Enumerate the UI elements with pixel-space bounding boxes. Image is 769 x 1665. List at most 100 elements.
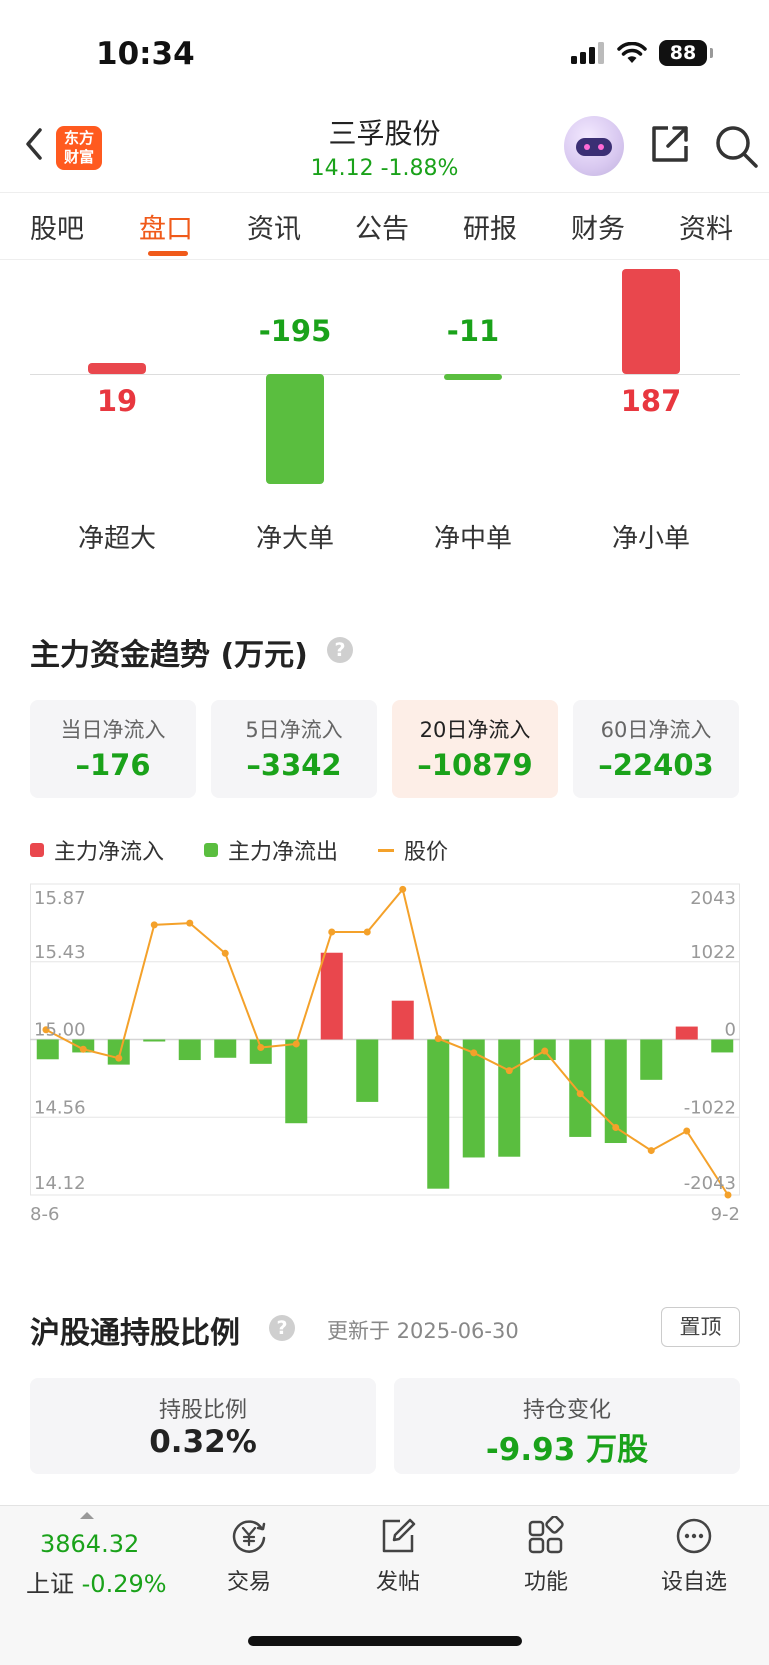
yen-exchange-icon <box>232 1520 266 1553</box>
card-5d-net-inflow[interactable]: 5日净流入 –3342 <box>211 700 377 798</box>
price-axis-tick: 14.56 <box>34 1097 86 1118</box>
expand-up-icon[interactable] <box>80 1512 94 1519</box>
price-point <box>79 1045 87 1053</box>
nav-post[interactable]: 发帖 <box>348 1516 448 1596</box>
legend-price-label: 股价 <box>404 840 449 865</box>
card-value: –3342 <box>246 748 342 782</box>
index-label: 上证 <box>26 1570 74 1598</box>
order-flow-label: 净中单 <box>433 524 512 554</box>
card-label: 当日净流入 <box>60 718 166 742</box>
order-flow-label: 净大单 <box>255 524 334 554</box>
price-point <box>576 1090 584 1098</box>
flow-axis-tick: -1022 <box>684 1097 736 1118</box>
help-icon[interactable]: ? <box>269 1315 295 1341</box>
nav-trade[interactable]: 交易 <box>199 1516 299 1596</box>
card-value: –10879 <box>417 748 533 782</box>
price-point <box>186 919 194 927</box>
card-today-net-inflow[interactable]: 当日净流入 –176 <box>30 700 196 798</box>
holding-change-card: 持仓变化 -9.93 万股 <box>394 1378 740 1474</box>
legend-price: 股价 <box>378 834 448 866</box>
stock-header: 东方 财富 三孚股份 14.12 -1.88% <box>0 100 769 192</box>
price-point <box>257 1043 265 1051</box>
price-axis-tick: 15.87 <box>34 888 86 909</box>
flow-bar <box>249 1039 272 1064</box>
index-value[interactable]: 3864.32 <box>40 1530 139 1558</box>
price-point <box>470 1049 478 1057</box>
holding-change-label: 持仓变化 <box>522 1398 611 1423</box>
tab-research[interactable]: 研报 <box>463 207 517 246</box>
x-axis-end-label: 9-2 <box>711 1204 740 1225</box>
card-label: 60日净流入 <box>600 718 712 742</box>
card-value: –22403 <box>598 748 714 782</box>
edit-icon <box>382 1518 416 1553</box>
nav-post-label: 发帖 <box>375 1570 420 1595</box>
nav-functions[interactable]: 功能 <box>496 1516 596 1596</box>
flow-bar <box>427 1039 450 1189</box>
nav-functions-label: 功能 <box>523 1570 568 1595</box>
flow-axis-tick: 2043 <box>690 888 736 909</box>
order-flow-value: -195 <box>258 314 332 348</box>
flow-bar <box>356 1039 379 1102</box>
robot-face <box>576 138 612 156</box>
nav-add-watchlist[interactable]: 设自选 <box>644 1516 744 1596</box>
nav-trade-label: 交易 <box>226 1570 271 1595</box>
card-20d-net-inflow[interactable]: 20日净流入 –10879 <box>392 700 558 798</box>
help-icon[interactable]: ? <box>327 637 353 663</box>
price-point <box>363 928 371 936</box>
hk-connect-title: 沪股通持股比例 <box>30 1316 240 1351</box>
status-time: 10:34 <box>96 36 195 72</box>
order-flow-axis <box>30 374 740 375</box>
search-icon[interactable] <box>712 122 760 170</box>
legend-swatch-green <box>204 843 219 857</box>
wifi-icon <box>617 42 647 63</box>
price-point <box>292 1040 300 1048</box>
order-flow-bar <box>622 268 680 374</box>
order-flow-value: -11 <box>446 314 500 348</box>
tab-pankou[interactable]: 盘口 <box>139 207 193 246</box>
flow-bar <box>143 1039 166 1042</box>
chart-legend: 主力净流入 主力净流出 股价 <box>30 834 488 866</box>
price-axis-tick: 14.12 <box>34 1173 86 1194</box>
tab-bar: 股吧 盘口 资讯 公告 研报 财务 资料 <box>0 192 769 260</box>
price-point <box>221 949 229 957</box>
card-label: 20日净流入 <box>419 718 531 742</box>
status-icons: 88 <box>571 40 713 66</box>
legend-swatch-line <box>378 848 395 852</box>
flow-bar <box>498 1039 521 1157</box>
legend-outflow: 主力净流出 <box>204 834 338 866</box>
holding-ratio-value: 0.32% <box>149 1424 257 1460</box>
index-name[interactable]: 上证 -0.29% <box>26 1564 167 1599</box>
flow-bar <box>569 1039 592 1137</box>
price-point <box>683 1127 691 1135</box>
pin-button[interactable]: 置顶 <box>661 1307 740 1347</box>
tab-finance[interactable]: 财务 <box>571 207 625 246</box>
flow-bar <box>640 1039 663 1080</box>
trend-title: 主力资金趋势 (万元) <box>30 638 308 673</box>
price-point <box>541 1047 549 1055</box>
order-flow-label: 净小单 <box>611 524 690 554</box>
flow-bar <box>320 952 343 1040</box>
more-icon <box>676 1518 712 1554</box>
legend-swatch-red <box>30 843 44 857</box>
tab-profile[interactable]: 资料 <box>679 207 733 246</box>
card-60d-net-inflow[interactable]: 60日净流入 –22403 <box>573 700 739 798</box>
tab-announcements[interactable]: 公告 <box>355 207 409 246</box>
legend-inflow-label: 主力净流入 <box>54 840 165 865</box>
share-icon[interactable] <box>648 122 692 166</box>
tab-news[interactable]: 资讯 <box>247 207 301 246</box>
holding-change-value: -9.93 万股 <box>485 1432 649 1468</box>
flow-bar <box>391 1000 414 1040</box>
tab-guba[interactable]: 股吧 <box>30 207 84 246</box>
card-value: –176 <box>75 748 151 782</box>
holding-ratio-label: 持股比例 <box>158 1398 247 1423</box>
ai-assistant-robot-icon[interactable] <box>564 116 624 176</box>
home-indicator <box>248 1636 522 1646</box>
order-flow-value: 187 <box>620 384 682 418</box>
price-point <box>115 1054 123 1062</box>
flow-axis-tick: 0 <box>725 1020 736 1041</box>
flow-bar <box>675 1026 698 1040</box>
index-change: -0.29% <box>81 1570 167 1598</box>
order-flow-bar <box>266 374 324 484</box>
price-axis-tick: 15.43 <box>34 942 86 963</box>
flow-axis-tick: 1022 <box>690 942 736 963</box>
